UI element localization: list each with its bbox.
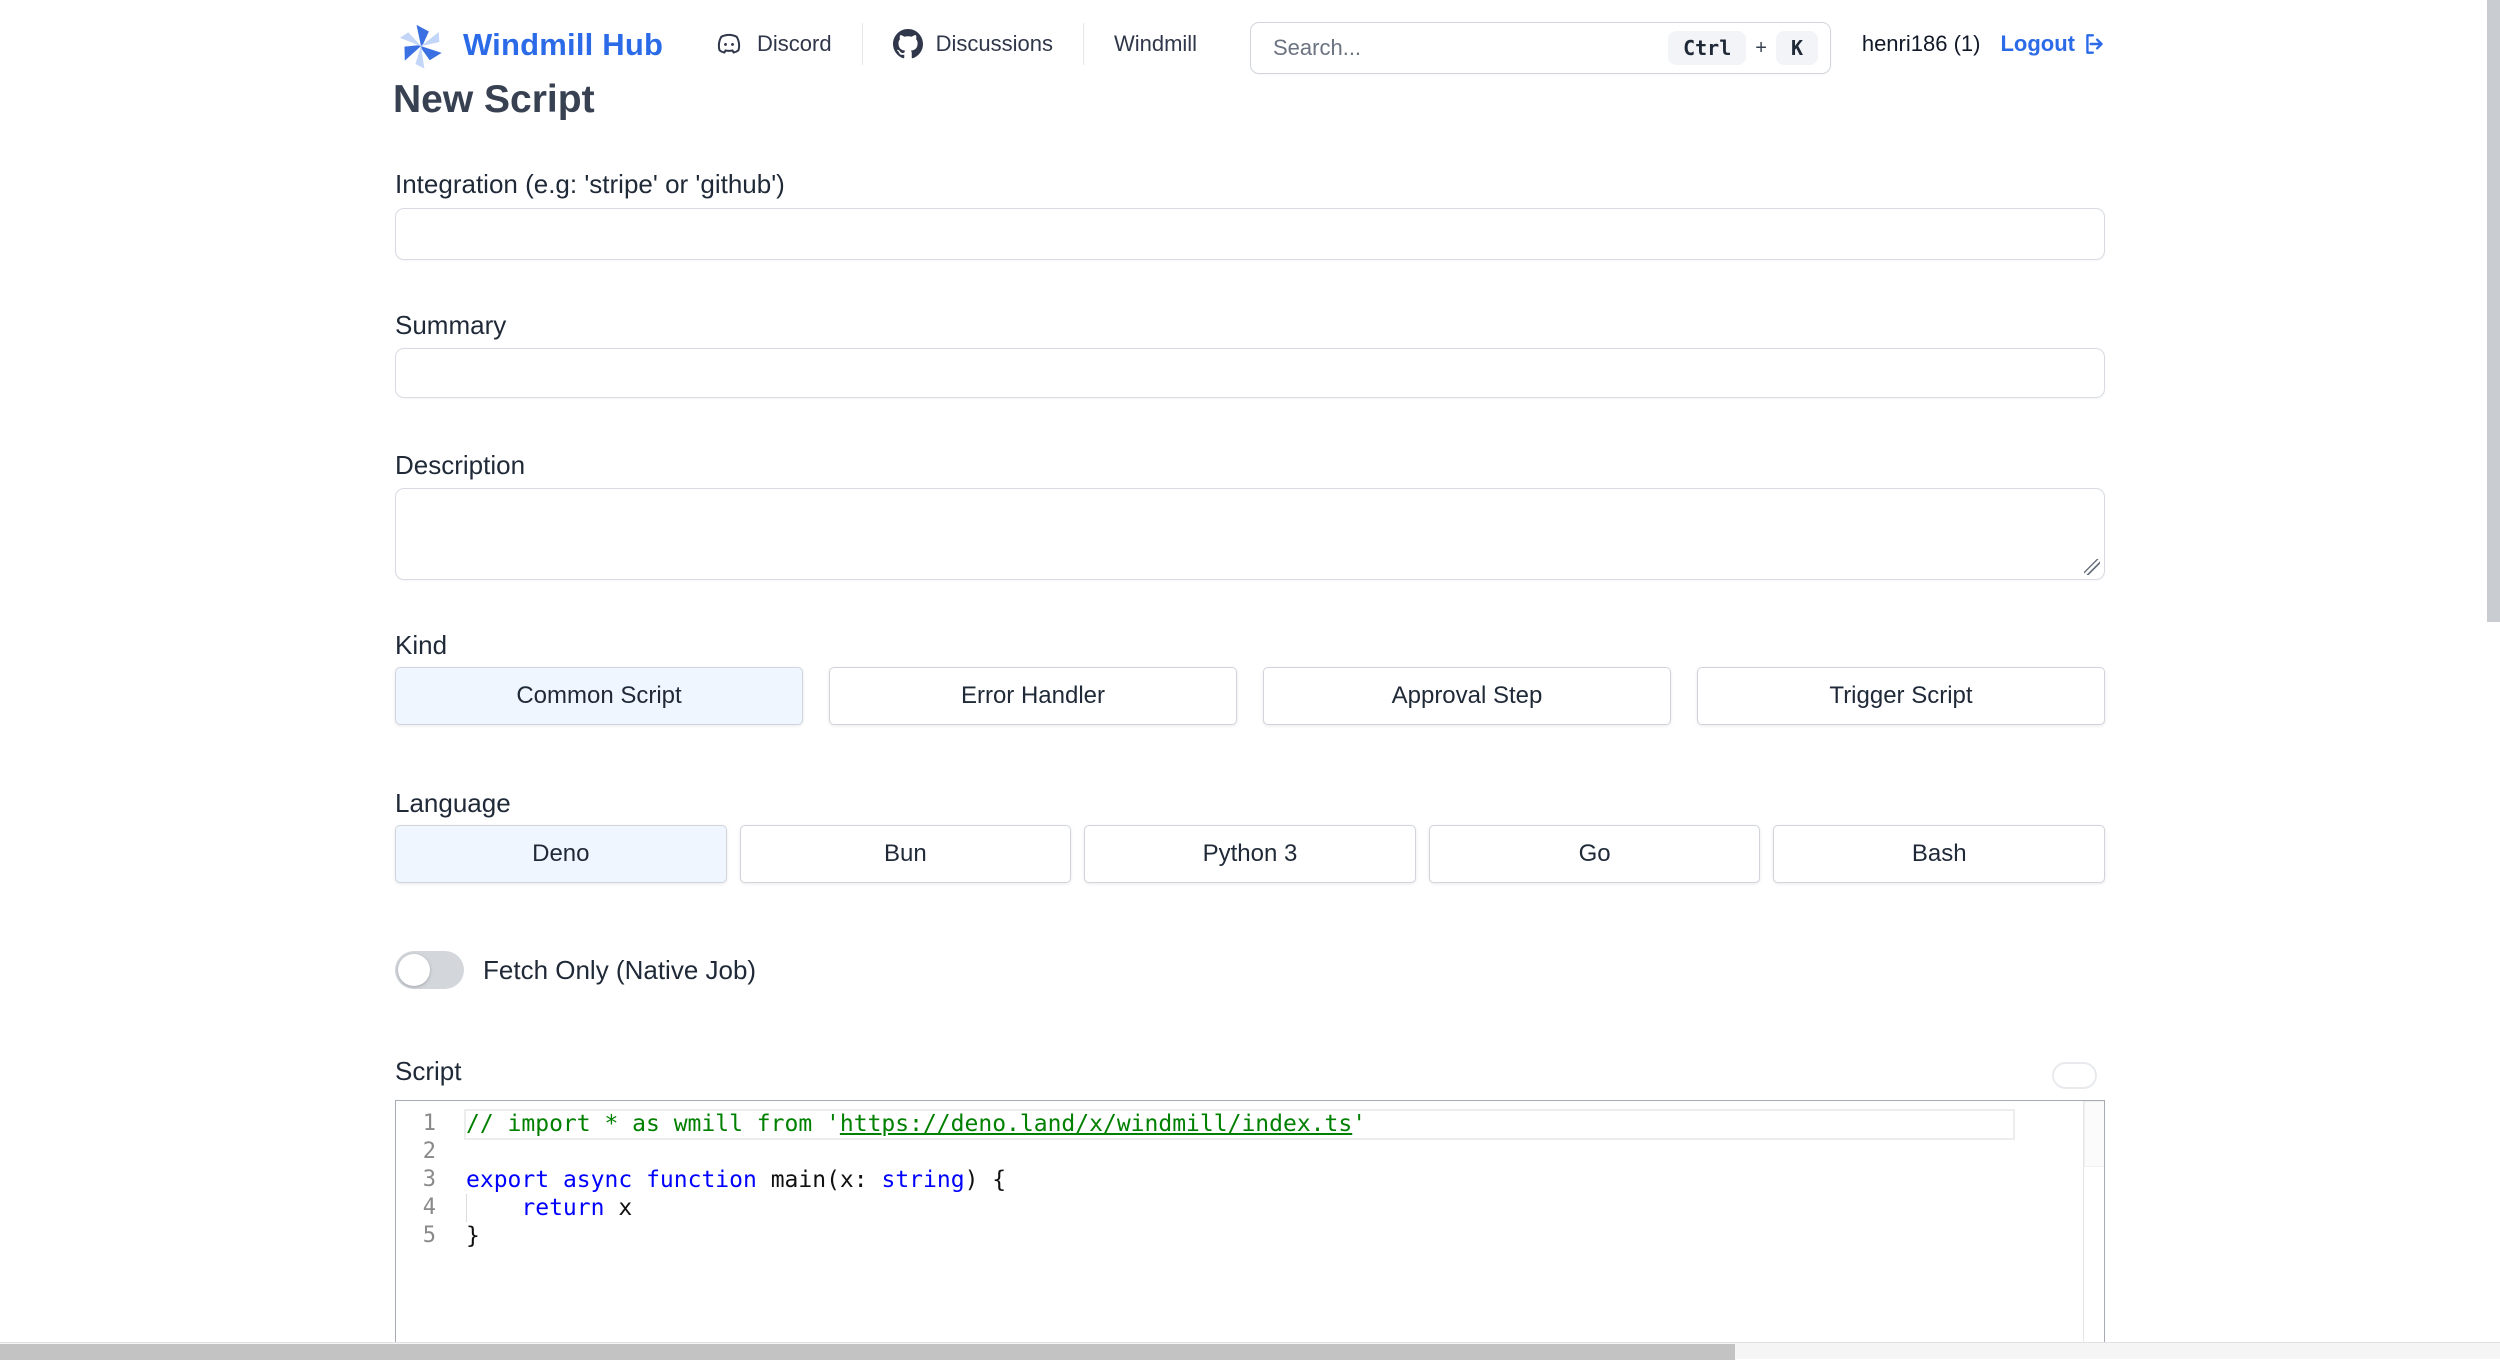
language-options: Deno Bun Python 3 Go Bash — [395, 825, 2105, 883]
nav-item-windmill[interactable]: Windmill — [1114, 31, 1197, 57]
logout-icon — [2086, 34, 2103, 54]
page-title: New Script — [393, 78, 595, 121]
user-area: henri186 (1) Logout — [1862, 0, 2108, 88]
logout-link[interactable]: Logout — [2000, 31, 2108, 57]
search-box[interactable]: Search... Ctrl + K — [1250, 22, 1831, 74]
kbd-ctrl: Ctrl — [1668, 31, 1747, 65]
code-line-2: 2 — [396, 1138, 2104, 1166]
nav-label-discord: Discord — [757, 31, 832, 56]
logout-label: Logout — [2000, 31, 2075, 56]
horizontal-scrollbar-thumb[interactable] — [0, 1344, 1735, 1360]
header-nav: Discord Discussions Windmill — [714, 0, 1197, 88]
language-option-bun[interactable]: Bun — [739, 825, 1072, 883]
search-placeholder: Search... — [1273, 35, 1362, 60]
description-textarea[interactable] — [395, 488, 2105, 580]
integration-label: Integration (e.g: 'stripe' or 'github') — [395, 169, 785, 199]
brand-title: Windmill Hub — [463, 27, 664, 62]
windmill-logo-icon — [399, 24, 442, 69]
integration-input[interactable] — [395, 208, 2105, 260]
line-number: 1 — [422, 1111, 436, 1136]
nav-separator — [1082, 23, 1084, 65]
line-number: 2 — [422, 1139, 436, 1164]
kind-option-error-handler[interactable]: Error Handler — [829, 667, 1237, 725]
language-label: Language — [395, 788, 511, 818]
username-label: henri186 (1) — [1861, 31, 1981, 56]
code-line-4: 4 return x — [396, 1194, 2104, 1222]
vertical-scrollbar-thumb[interactable] — [2487, 0, 2500, 622]
kind-option-common-script[interactable]: Common Script — [395, 667, 803, 725]
nav-item-discussions[interactable]: Discussions — [892, 29, 1053, 59]
kbd-k: K — [1775, 31, 1818, 65]
code-editor[interactable]: 1// import * as wmill from 'https://deno… — [395, 1100, 2105, 1359]
kbd-plus: + — [1755, 36, 1767, 59]
github-icon — [892, 29, 923, 59]
language-option-python-3[interactable]: Python 3 — [1084, 825, 1416, 883]
resize-handle[interactable] — [2084, 559, 2100, 575]
kind-label: Kind — [395, 630, 448, 660]
script-label: Script — [395, 1056, 462, 1086]
code-lines: 1// import * as wmill from 'https://deno… — [396, 1110, 2104, 1250]
line-number: 5 — [422, 1223, 436, 1248]
nav-label-discussions: Discussions — [935, 31, 1053, 56]
kind-option-trigger-script[interactable]: Trigger Script — [1697, 667, 2105, 725]
code-line-5: 5} — [396, 1222, 2104, 1250]
language-option-deno[interactable]: Deno — [395, 825, 727, 883]
editor-toggle-pill[interactable] — [2052, 1062, 2097, 1089]
toggle-knob — [398, 954, 430, 986]
description-label: Description — [395, 450, 526, 480]
indent-guide — [466, 1194, 467, 1222]
nav-label-windmill: Windmill — [1113, 31, 1198, 56]
line-number: 3 — [422, 1167, 436, 1192]
language-option-bash[interactable]: Bash — [1773, 825, 2105, 883]
horizontal-scrollbar-track[interactable] — [0, 1342, 2500, 1360]
brand-home-link[interactable]: Windmill Hub — [393, 16, 663, 74]
line-number: 4 — [422, 1195, 436, 1220]
summary-input[interactable] — [395, 348, 2105, 398]
search-shortcut: Ctrl + K — [1668, 31, 1818, 65]
fetch-only-label: Fetch Only (Native Job) — [483, 954, 757, 985]
fetch-only-toggle[interactable] — [395, 951, 464, 989]
minimap-slider[interactable] — [2084, 1101, 2104, 1167]
fetch-only-row: Fetch Only (Native Job) — [395, 950, 756, 990]
summary-label: Summary — [395, 310, 507, 340]
nav-separator — [861, 23, 863, 65]
code-line-3: 3 export async function main(x: string) { — [396, 1166, 2104, 1194]
code-line-1: 1// import * as wmill from 'https://deno… — [396, 1110, 2104, 1138]
nav-item-discord[interactable]: Discord — [714, 29, 832, 59]
language-option-go[interactable]: Go — [1428, 825, 1761, 883]
kind-option-approval-step[interactable]: Approval Step — [1263, 667, 1671, 725]
discord-icon — [717, 33, 741, 54]
kind-options: Common Script Error Handler Approval Step T… — [395, 667, 2105, 725]
